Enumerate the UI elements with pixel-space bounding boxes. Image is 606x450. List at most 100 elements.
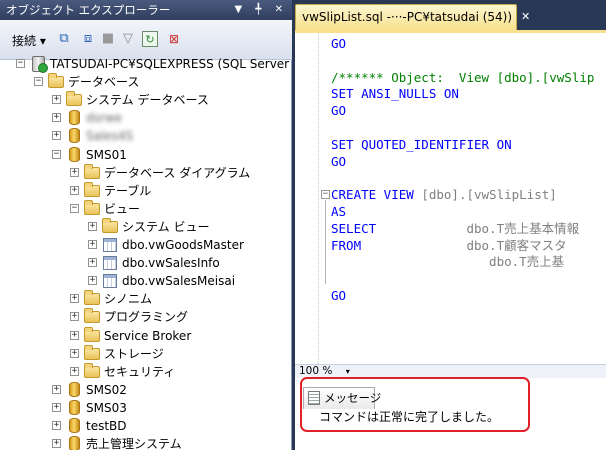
highlight-annotation — [300, 377, 530, 432]
tree-node-label: 売上管理システム — [86, 437, 182, 450]
collapse-icon[interactable]: − — [70, 203, 79, 213]
tree-node[interactable]: + Service Broker — [0, 326, 292, 345]
query-editor-tab[interactable]: vwSlipList.sql -···-PC¥tatsudai (54)) — [295, 4, 517, 30]
folder-icon — [66, 91, 82, 108]
tree-node[interactable]: + dbo.vwGoodsMaster — [0, 236, 292, 254]
close-tab-icon[interactable]: ✕ — [521, 10, 530, 23]
code-line: AS — [331, 204, 347, 219]
code-line: /****** Object: View [dbo].[vwSlip — [331, 69, 595, 85]
tree-node-label: SMS02 — [86, 382, 127, 397]
tree-node[interactable]: − TATSUDAI-PC¥SQLEXPRESS (SQL Server — [0, 55, 292, 73]
tree-node[interactable]: − SMS01 — [0, 146, 292, 164]
tree-node[interactable]: + testBD — [0, 417, 292, 435]
expand-icon[interactable]: + — [70, 366, 79, 376]
expand-icon[interactable]: + — [70, 330, 79, 340]
connect-button[interactable]: 接続 ▾ — [12, 32, 46, 49]
sync-icon[interactable]: ⊠ — [166, 31, 182, 47]
collapse-region-icon[interactable]: − — [321, 190, 330, 200]
folder-icon — [84, 308, 100, 325]
tree-node[interactable]: + システム ビュー — [0, 217, 292, 236]
expand-icon[interactable]: + — [52, 113, 61, 123]
tree-node-label: セキュリティ — [104, 364, 176, 379]
expand-icon[interactable]: + — [52, 95, 61, 105]
tree-node-label: dsrwe — [86, 111, 122, 126]
expand-icon[interactable]: + — [70, 312, 79, 322]
view-icon — [102, 237, 118, 253]
stop-icon[interactable]: ■ — [100, 31, 116, 47]
database-icon — [66, 436, 82, 450]
collapse-icon[interactable]: − — [16, 59, 25, 68]
collapse-icon[interactable]: − — [52, 149, 61, 159]
sql-code-editor[interactable]: − GO /****** Object: View [dbo].[vwSlip SE… — [295, 30, 606, 364]
collapse-icon[interactable]: − — [34, 77, 43, 87]
folder-icon — [102, 217, 118, 235]
tree-node[interactable]: + シノニム — [0, 290, 292, 308]
tree-node-label: testBD — [86, 419, 127, 433]
expand-icon[interactable]: + — [88, 240, 97, 249]
tree-node-label: Service Broker — [104, 328, 192, 343]
folder-icon — [84, 181, 100, 199]
object-explorer-tree: − TATSUDAI-PC¥SQLEXPRESS (SQL Server − データベ… — [0, 52, 292, 450]
expand-icon[interactable]: + — [88, 221, 97, 231]
expand-icon[interactable]: + — [52, 402, 61, 412]
tree-node[interactable]: + dsrwe — [0, 109, 292, 127]
code-line: GO — [331, 288, 347, 303]
tree-node-label: テーブル — [104, 183, 152, 198]
refresh-icon[interactable]: ↻ — [142, 31, 158, 47]
tree-node-label: データベース — [68, 75, 140, 90]
server-icon — [30, 56, 48, 73]
code-line: GO — [331, 153, 347, 169]
code-line: dbo.T売上基 — [489, 254, 565, 270]
tree-node[interactable]: + データベース ダイアグラム — [0, 163, 292, 182]
object-explorer-title: オブジェクト エクスプローラー — [6, 3, 171, 17]
database-icon — [66, 399, 82, 416]
tree-node[interactable]: + ストレージ — [0, 344, 292, 363]
editor-margin — [295, 33, 319, 364]
tree-node[interactable]: + Sales4S — [0, 127, 292, 145]
expand-icon[interactable]: + — [70, 185, 79, 195]
view-icon — [102, 273, 118, 289]
tree-node[interactable]: + システム データベース — [0, 91, 292, 109]
expand-icon[interactable]: + — [70, 348, 79, 358]
zoom-dropdown-icon[interactable]: ▾ — [346, 367, 350, 376]
tree-node[interactable]: − ビュー — [0, 199, 292, 218]
tree-node-label: システム データベース — [86, 93, 209, 108]
zoom-level[interactable]: 100 % — [299, 365, 332, 377]
tree-node[interactable]: + プログラミング — [0, 308, 292, 326]
expand-icon[interactable]: + — [52, 421, 61, 430]
folder-icon — [84, 326, 100, 344]
database-icon — [66, 110, 82, 126]
tree-node-label: dbo.vwGoodsMaster — [122, 238, 244, 252]
tree-node[interactable]: − データベース — [0, 73, 292, 91]
tree-node[interactable]: + セキュリティ — [0, 362, 292, 381]
collapse-region-line — [325, 200, 326, 285]
expand-icon[interactable]: + — [88, 258, 97, 268]
tree-node[interactable]: + SMS02 — [0, 381, 292, 399]
code-line: SET ANSI_NULLS ON — [331, 86, 459, 102]
expand-icon[interactable]: + — [70, 167, 79, 177]
tree-node-label: Sales4S — [86, 129, 134, 144]
expand-icon[interactable]: + — [52, 439, 61, 449]
tree-node[interactable]: + dbo.vwSalesInfo — [0, 254, 292, 272]
expand-icon[interactable]: + — [70, 294, 79, 304]
tree-node[interactable]: + dbo.vwSalesMeisai — [0, 272, 292, 290]
code-line: CREATE VIEW [dbo].[vwSlipList] — [331, 187, 557, 203]
filter-icon[interactable]: ▽ — [120, 31, 136, 47]
object-explorer-pane: オブジェクト エクスプローラー ▼ ╇ ✕ 接続 ▾ ⧉ ⧈ ■ ▽ ↻ ⊠ −… — [0, 0, 292, 450]
tree-node[interactable]: + テーブル — [0, 181, 292, 200]
expand-icon[interactable]: + — [88, 276, 97, 286]
folder-icon — [84, 290, 100, 307]
expand-icon[interactable]: + — [52, 131, 61, 141]
tree-node-label: ストレージ — [104, 346, 164, 361]
tree-node[interactable]: + 売上管理システム — [0, 435, 292, 450]
connect-object-explorer-icon[interactable]: ⧉ — [56, 31, 72, 47]
disconnect-icon[interactable]: ⧈ — [80, 31, 96, 47]
query-editor-tab-title: vwSlipList.sql -···-PC¥tatsudai (54)) — [302, 10, 513, 24]
tree-node[interactable]: + SMS03 — [0, 399, 292, 417]
expand-icon[interactable]: + — [52, 384, 61, 394]
object-explorer-title-bar: オブジェクト エクスプローラー ▼ ╇ ✕ — [0, 0, 292, 20]
folder-icon — [84, 163, 100, 181]
tree-node-label: dbo.vwSalesInfo — [122, 256, 220, 271]
database-icon — [66, 128, 82, 144]
title-bar-buttons[interactable]: ▼ ╇ ✕ — [235, 0, 288, 20]
